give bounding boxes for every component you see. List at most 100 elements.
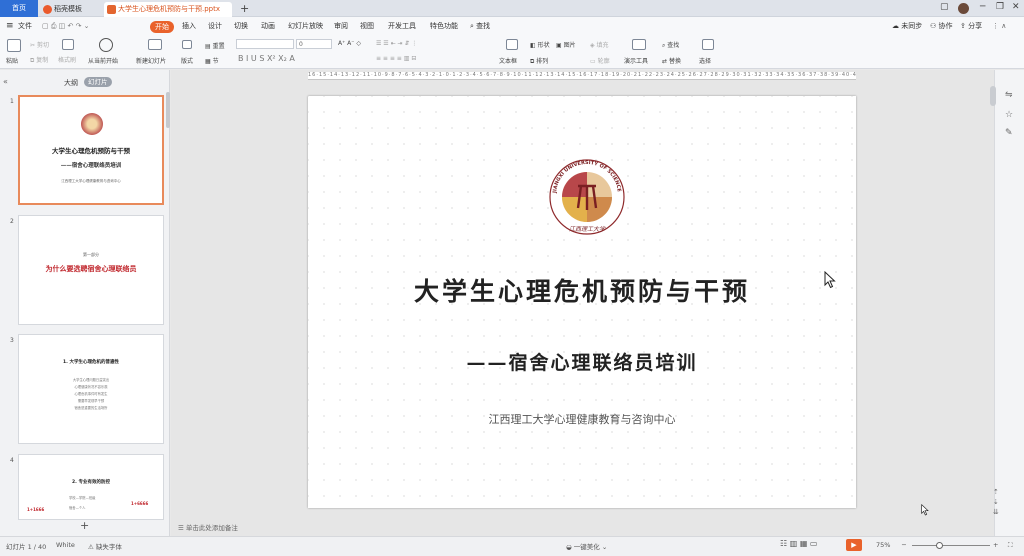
slide-thumbnail-1[interactable]: 大学生心理危机预防与干预 ——宿舍心理联络员培训 江西理工大学心理健康教育与咨询… (18, 95, 164, 205)
animation-pane-icon[interactable]: ☆ (1005, 110, 1013, 120)
horizontal-ruler[interactable]: 16·15·14·13·12·11·10·9·8·7·6·5·4·3·2·1·0… (308, 72, 856, 80)
outline-button[interactable]: ▭ 轮廓 (590, 56, 610, 65)
restore-icon[interactable]: ❐ (996, 2, 1004, 12)
panel-scrollbar[interactable] (166, 92, 170, 128)
tab-start[interactable]: 开始 (150, 21, 174, 33)
thumb-line: 需要早发现早干预 (77, 399, 105, 403)
tab-outline[interactable]: 大纲 (64, 78, 78, 88)
slide-thumbnail-4[interactable]: 2. 专业有效的防控 1+1666 1+6666 学校—学院—班级 宿舍—个人 (18, 454, 164, 520)
thumb-line: 学校—学院—班级 (69, 496, 96, 500)
picture-button[interactable]: ▣ 图片 (556, 40, 576, 49)
layout-icon[interactable] (182, 40, 192, 49)
find-button[interactable]: ⌕ 查找 (662, 40, 679, 50)
share-button[interactable]: ⇪ 分享 (960, 17, 982, 36)
paragraph-list-buttons[interactable]: ☰ ☰ ⇤ ⇥ ⇵ ⋮ (376, 40, 417, 47)
arrange-button[interactable]: ⧉ 排列 (530, 56, 548, 66)
properties-icon[interactable]: ⇋ (1005, 90, 1013, 100)
sync-label: 未同步 (901, 22, 923, 30)
slide-thumbnail-2[interactable]: 第一部分 为什么要选聘宿舍心理联络员 (18, 215, 164, 325)
from-current-button[interactable]: 从当前开始 (88, 56, 118, 65)
section-button[interactable]: ▦ 节 (205, 56, 219, 65)
collab-button[interactable]: ⚇ 协作 (930, 17, 953, 36)
format-pane-icon[interactable]: ✎ (1005, 128, 1013, 138)
tab-home[interactable]: 首页 (0, 0, 38, 17)
zoom-level[interactable]: 75% (876, 541, 890, 549)
layout-button[interactable]: 版式 (181, 56, 193, 65)
zoom-slider-handle[interactable] (936, 542, 943, 549)
vertical-scrollbar[interactable] (990, 86, 996, 106)
minimize-icon[interactable]: ─ (980, 2, 985, 12)
paste-button[interactable]: 粘贴 (6, 56, 18, 65)
tab-review[interactable]: 审阅 (334, 17, 348, 36)
presenter-tools-button[interactable]: 演示工具 (624, 56, 648, 65)
paragraph-align-buttons[interactable]: ≡ ≡ ≡ ≡ ▥ ⊟ (376, 55, 416, 62)
tab-slides[interactable]: 幻灯片 (84, 77, 112, 87)
font-name-combo[interactable] (236, 39, 294, 49)
new-tab-button[interactable]: + (240, 2, 249, 15)
tab-slideshow[interactable]: 幻灯片放映 (288, 17, 323, 36)
cut-button[interactable]: ✂ 剪切 (30, 40, 49, 49)
select-icon[interactable] (702, 39, 714, 50)
beautify-button[interactable]: ◒ 一键美化 ⌄ (566, 541, 607, 551)
menu-file[interactable]: 文件 (18, 17, 32, 36)
play-from-current-icon[interactable] (99, 38, 113, 52)
fill-button[interactable]: ◈ 填充 (590, 40, 609, 49)
zoom-in-button[interactable]: + (993, 541, 998, 549)
font-size-combo[interactable]: 0 (296, 39, 332, 49)
tab-animation[interactable]: 动画 (261, 17, 275, 36)
new-slide-button[interactable]: 新建幻灯片 (136, 56, 166, 65)
format-painter-icon[interactable] (62, 39, 74, 50)
add-slide-button[interactable]: + (80, 519, 89, 532)
textbox-button[interactable]: 文本框 (499, 56, 517, 65)
copy-button[interactable]: ⧉ 复制 (30, 55, 48, 65)
sync-status[interactable]: ☁ 未同步 (892, 17, 922, 36)
slide-title[interactable]: 大学生心理危机预防与干预 (308, 272, 856, 308)
presenter-tools-icon[interactable] (632, 39, 646, 50)
fit-window-icon[interactable]: ⛶ (1008, 541, 1013, 550)
more-icon[interactable]: ⋮ ∧ (992, 17, 1006, 36)
replace-button[interactable]: ⇄ 替换 (662, 56, 681, 65)
hamburger-icon[interactable]: ≡ (6, 17, 14, 36)
tab-template[interactable]: 稻壳模板 (40, 2, 102, 17)
paste-icon[interactable] (7, 39, 21, 52)
tab-developer[interactable]: 开发工具 (388, 17, 416, 36)
reset-label: 重置 (212, 43, 225, 50)
avatar[interactable] (958, 3, 969, 14)
collapse-panel-icon[interactable]: « (3, 77, 8, 86)
textbox-icon[interactable] (506, 39, 518, 50)
thumb-right-label: 1+6666 (131, 501, 149, 506)
theme-name[interactable]: White (56, 541, 75, 549)
slide-number: 3 (10, 337, 14, 344)
page-nav-icons[interactable]: ⇡ ⇣ ⇊ (993, 487, 999, 517)
view-buttons[interactable]: ☷ ▥ ▦ ▭ (780, 539, 817, 548)
new-slide-icon[interactable] (148, 39, 162, 50)
slide-thumbnail-3[interactable]: 1. 大学生心理危机的普遍性 大学生心理问题日益突出 心理健康状况不容乐观 心理… (18, 334, 164, 444)
tab-document[interactable]: 大学生心理危机预防与干预.pptx (104, 2, 232, 17)
tab-insert[interactable]: 插入 (182, 17, 196, 36)
close-icon[interactable]: ✕ (1012, 2, 1020, 12)
search-button[interactable]: ⌕ 查找 (470, 17, 490, 36)
font-grow-shrink[interactable]: A⁺ A⁻ ◇ (338, 40, 361, 47)
tab-design[interactable]: 设计 (208, 17, 222, 36)
search-label: 查找 (476, 22, 491, 30)
play-slideshow-button[interactable]: ▶ (846, 539, 862, 551)
zoom-slider[interactable] (912, 545, 990, 546)
reset-button[interactable]: ▤ 重置 (205, 41, 225, 50)
tab-view[interactable]: 视图 (360, 17, 374, 36)
font-style-buttons[interactable]: B I U S X² X₂ A (238, 54, 295, 63)
tab-transition[interactable]: 切换 (234, 17, 248, 36)
slide-subtitle[interactable]: ——宿舍心理联络员培训 (308, 348, 856, 375)
slide-canvas[interactable]: JIANGXI UNIVERSITY OF SCIENCE AND TECHNO… (308, 96, 856, 508)
window-layout-icon[interactable]: ▢ (940, 2, 949, 12)
select-button[interactable]: 选择 (699, 56, 711, 65)
format-painter-button[interactable]: 格式刷 (58, 55, 76, 64)
notes-area[interactable]: ☰ 单击此处添加备注 (178, 522, 238, 532)
replace-label: 替换 (668, 58, 681, 65)
zoom-out-button[interactable]: ─ (902, 541, 906, 549)
slide-org[interactable]: 江西理工大学心理健康教育与咨询中心 (308, 411, 856, 427)
tab-special[interactable]: 特色功能 (430, 17, 458, 36)
quick-access-icons[interactable]: ▢ ⎙ ◫ ↶ ↷ ⌄ (42, 17, 90, 36)
shape-button[interactable]: ◧ 形状 (530, 40, 550, 49)
missing-font-button[interactable]: ⚠ 缺失字体 (88, 541, 122, 551)
slide-number: 4 (10, 457, 14, 464)
